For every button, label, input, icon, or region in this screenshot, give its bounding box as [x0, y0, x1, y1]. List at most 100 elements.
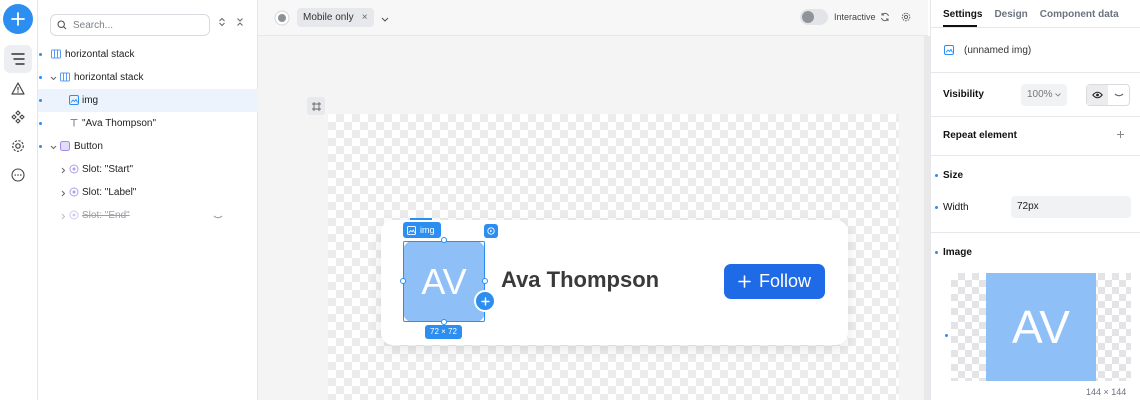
- settings-icon[interactable]: [901, 12, 911, 25]
- layer-row[interactable]: horizontal stack: [38, 66, 258, 89]
- layers-button[interactable]: [4, 45, 32, 73]
- image-icon: [69, 95, 79, 105]
- visibility-value: 100%: [1027, 89, 1053, 100]
- width-input[interactable]: 72px: [1011, 196, 1131, 218]
- divider: [931, 232, 1140, 233]
- plus-icon: [480, 296, 490, 306]
- repeat-element-label: Repeat element: [943, 130, 1017, 141]
- element-action-button[interactable]: [484, 224, 498, 238]
- size-label: Size: [943, 170, 964, 181]
- visibility-toggle-group: [1086, 84, 1130, 106]
- person-name: Ava Thompson: [501, 267, 660, 292]
- icon-rail: [0, 0, 38, 400]
- settings-button[interactable]: [4, 132, 32, 160]
- element-name[interactable]: (unnamed img): [964, 45, 1031, 56]
- resize-handle-right[interactable]: [482, 278, 488, 284]
- chevron-down-icon[interactable]: [381, 14, 389, 26]
- selection-tag[interactable]: img: [403, 222, 441, 238]
- more-icon: [11, 168, 25, 182]
- visible-button[interactable]: [1087, 85, 1108, 105]
- warnings-button[interactable]: [4, 74, 32, 102]
- layer-row[interactable]: "Ava Thompson": [38, 112, 258, 135]
- resize-handle-left[interactable]: [400, 278, 406, 284]
- interactive-label: Interactive: [834, 12, 876, 22]
- chevron-down-icon[interactable]: [49, 143, 57, 151]
- add-repeat-icon[interactable]: [1116, 130, 1125, 142]
- layers-icon: [11, 53, 25, 65]
- components-icon: [11, 110, 25, 124]
- layer-label: horizontal stack: [65, 49, 135, 60]
- selection-tag-label: img: [420, 225, 435, 235]
- eye-icon: [1092, 91, 1103, 99]
- components-button[interactable]: [4, 103, 32, 131]
- chevron-right-icon[interactable]: [59, 212, 67, 220]
- chevron-right-icon[interactable]: [59, 189, 67, 197]
- frame-icon: [311, 101, 321, 111]
- size-indicator: 72 × 72: [425, 325, 462, 339]
- layer-marker: [39, 99, 42, 102]
- layer-label: Slot: "End": [82, 210, 130, 221]
- tab-design[interactable]: Design: [994, 9, 1027, 20]
- modified-indicator: [935, 251, 938, 254]
- layer-label: Slot: "Start": [82, 164, 134, 175]
- search-input[interactable]: Search...: [73, 20, 113, 31]
- refresh-icon[interactable]: [880, 12, 890, 25]
- layer-row[interactable]: Button: [38, 135, 258, 158]
- preview-avatar: AV: [986, 273, 1096, 381]
- layer-row[interactable]: Slot: "Label": [38, 181, 258, 204]
- sort-icon[interactable]: [218, 17, 226, 27]
- image-preview[interactable]: AV: [951, 273, 1131, 381]
- layer-row[interactable]: Slot: "Start": [38, 158, 258, 181]
- divider: [931, 155, 1140, 156]
- chevron-down-icon[interactable]: [49, 74, 57, 82]
- breakpoint-icon[interactable]: [274, 10, 290, 29]
- layers-panel: Search... horizontal stack horizontal st…: [38, 0, 258, 400]
- slot-icon: [69, 187, 79, 197]
- preview-initials: AV: [1012, 301, 1070, 353]
- play-icon: [487, 227, 495, 235]
- more-button[interactable]: [4, 161, 32, 189]
- search-icon: [57, 20, 67, 30]
- eye-closed-icon: [1114, 93, 1123, 96]
- hidden-button[interactable]: [1108, 85, 1129, 105]
- add-button[interactable]: [3, 4, 33, 34]
- divider: [931, 27, 1140, 28]
- follow-button[interactable]: Follow: [724, 264, 825, 299]
- slot-icon: [69, 164, 79, 174]
- layer-label: img: [82, 95, 99, 106]
- layer-label: horizontal stack: [74, 72, 144, 83]
- image-icon: [407, 225, 416, 235]
- resize-handle-top[interactable]: [441, 237, 447, 243]
- layer-row[interactable]: horizontal stack: [38, 43, 258, 66]
- plus-icon: [11, 12, 25, 26]
- width-label: Width: [943, 202, 969, 213]
- layer-marker: [39, 76, 42, 79]
- text-icon: [69, 118, 79, 128]
- visibility-label: Visibility: [943, 89, 984, 100]
- layer-marker: [39, 53, 42, 56]
- filter-chip[interactable]: Mobile only ×: [297, 8, 374, 27]
- tab-settings[interactable]: Settings: [943, 9, 982, 20]
- divider: [931, 72, 1140, 73]
- search-box[interactable]: Search...: [50, 14, 210, 36]
- interactive-toggle[interactable]: [800, 9, 828, 25]
- layer-row-hidden[interactable]: Slot: "End": [38, 204, 258, 227]
- canvas-area[interactable]: Mobile only × Interactive AV img 72 × 72: [258, 0, 928, 400]
- close-icon[interactable]: ×: [362, 8, 368, 27]
- selection-outline: [403, 241, 485, 322]
- layer-tree: horizontal stack horizontal stack img "A…: [38, 43, 258, 227]
- chevron-right-icon[interactable]: [59, 166, 67, 174]
- insert-button[interactable]: [474, 290, 496, 312]
- chevron-down-icon: [1055, 93, 1061, 97]
- divider: [931, 116, 1140, 117]
- frame-select-button[interactable]: [307, 97, 325, 115]
- gear-icon: [12, 140, 24, 152]
- modified-indicator: [935, 206, 938, 209]
- layer-row-selected[interactable]: img: [38, 89, 258, 112]
- eye-closed-icon[interactable]: [213, 212, 223, 223]
- layer-label: Button: [74, 141, 103, 152]
- hstack-icon: [60, 72, 70, 82]
- collapse-all-icon[interactable]: [236, 17, 244, 27]
- visibility-select[interactable]: 100%: [1021, 84, 1067, 106]
- tab-component-data[interactable]: Component data: [1040, 9, 1119, 20]
